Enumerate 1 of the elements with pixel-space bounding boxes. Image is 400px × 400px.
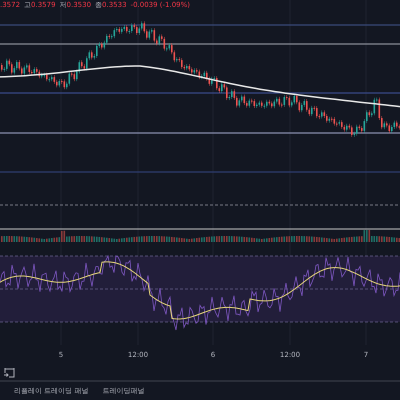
replay-icon[interactable] [4,367,15,378]
